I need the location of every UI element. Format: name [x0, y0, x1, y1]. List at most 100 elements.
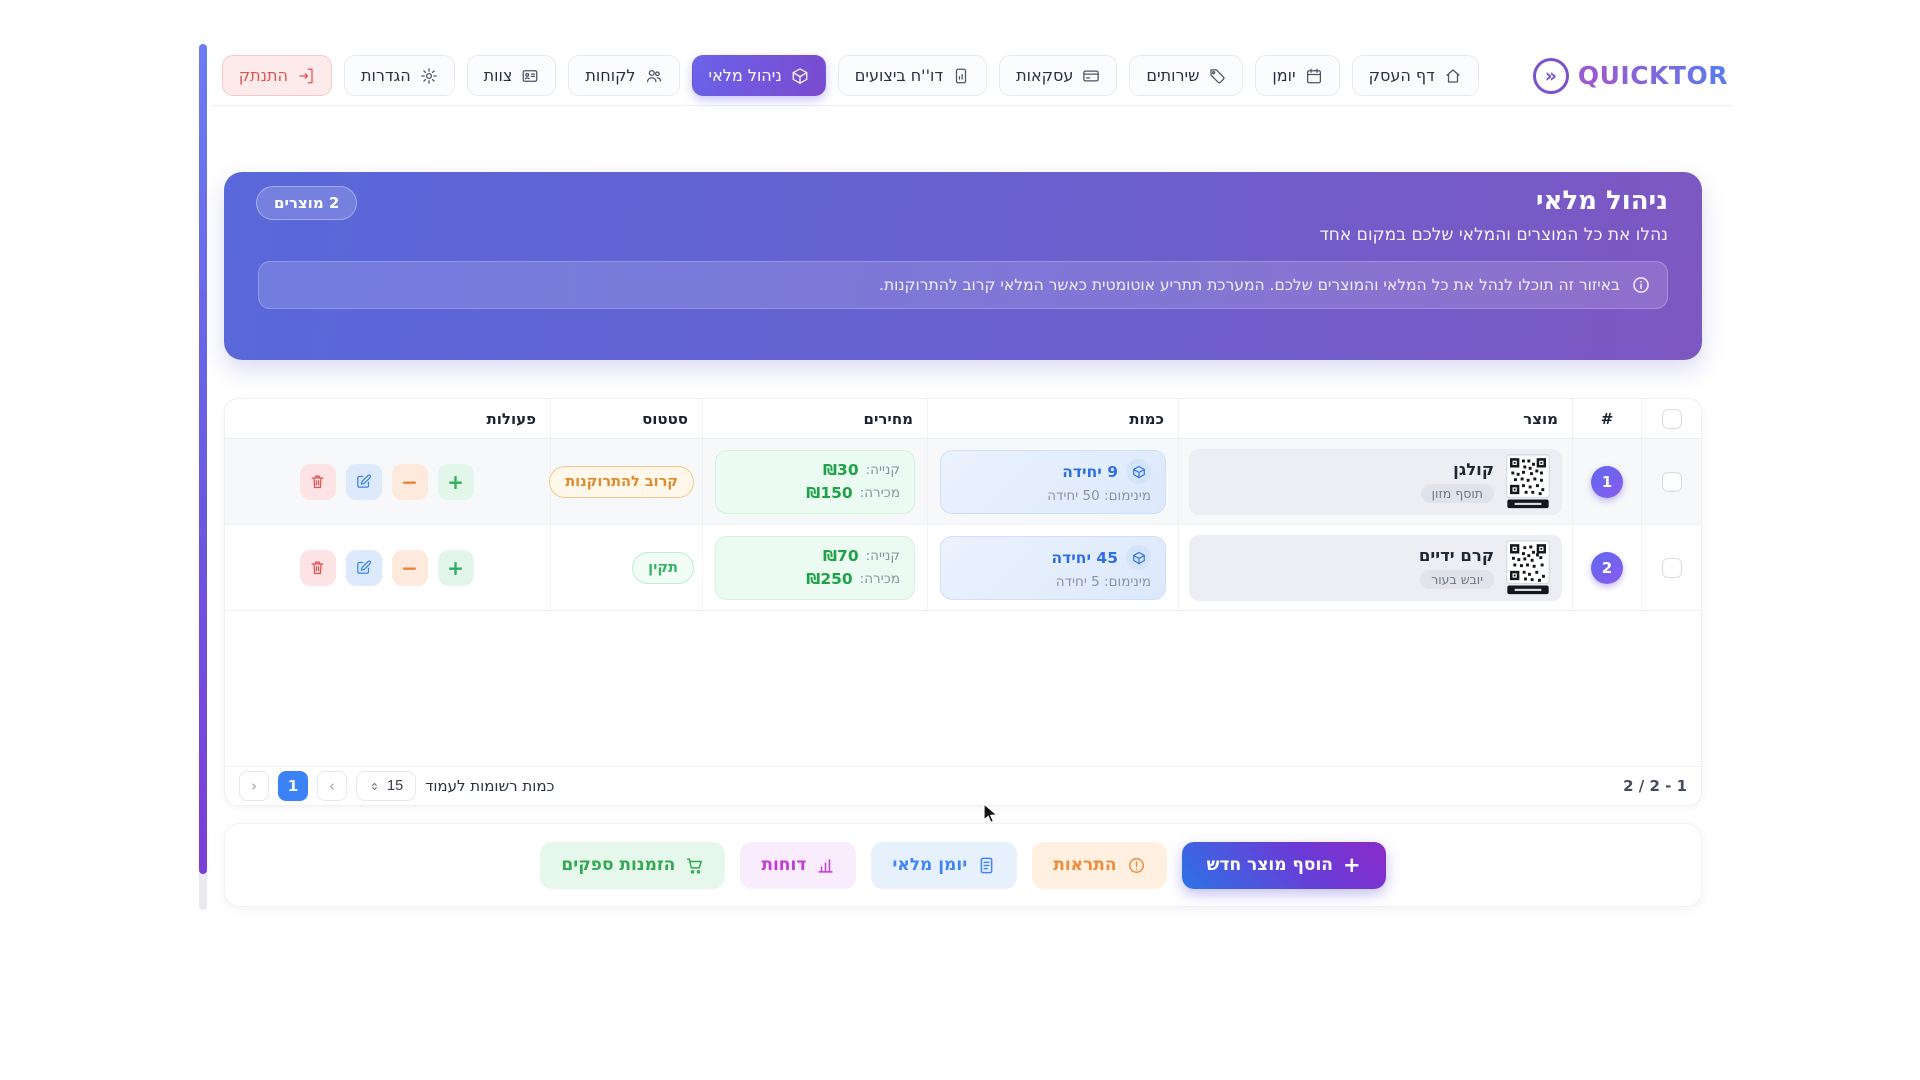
- button-label: הזמנות ספקים: [561, 855, 675, 875]
- cart-icon: [685, 856, 704, 875]
- tab-clients[interactable]: לקוחות: [568, 55, 679, 96]
- edit-product-button[interactable]: [346, 464, 382, 500]
- add-product-button[interactable]: + הוסף מוצר חדש: [1182, 842, 1386, 889]
- plus-icon: +: [1343, 855, 1361, 876]
- edit-product-button[interactable]: [346, 550, 382, 586]
- pencil-icon: [355, 559, 372, 576]
- decrease-quantity-button[interactable]: −: [392, 464, 428, 500]
- pagination-bar: 1 - 2 / 2 כמות רשומות לעמוד 15 › 1 ‹: [225, 766, 1701, 805]
- scrollbar-thumb[interactable]: [199, 44, 207, 874]
- tab-calendar[interactable]: יומן: [1255, 55, 1339, 96]
- reports-button[interactable]: דוחות: [740, 842, 856, 889]
- increase-quantity-button[interactable]: +: [438, 464, 474, 500]
- buy-price-label: קנייה:: [866, 462, 900, 478]
- product-category-badge: תוסף מזון: [1421, 484, 1494, 503]
- brand-logo[interactable]: » QUICKTOR: [1533, 58, 1728, 94]
- prev-page-button[interactable]: ‹: [239, 771, 269, 801]
- inventory-header-card: 2 מוצרים ניהול מלאי נהלו את כל המוצרים ו…: [224, 172, 1702, 360]
- brand-icon: »: [1533, 58, 1569, 94]
- current-page-button[interactable]: 1: [278, 771, 308, 801]
- gear-icon: [420, 67, 438, 85]
- quantity-minimum: מינימום: 5 יחידה: [955, 574, 1151, 590]
- tab-performance-report[interactable]: דו''ח ביצועים: [838, 55, 987, 96]
- product-name: קרם ידיים: [1419, 546, 1494, 565]
- page-size-select[interactable]: 15: [356, 771, 416, 801]
- button-label: הוסף מוצר חדש: [1207, 855, 1333, 875]
- bar-chart-icon: [816, 856, 835, 875]
- tab-inventory[interactable]: ניהול מלאי: [692, 55, 826, 96]
- package-icon: [1126, 545, 1151, 570]
- qr-code-icon: [1506, 540, 1550, 595]
- row-checkbox[interactable]: [1662, 558, 1682, 578]
- tab-transactions[interactable]: עסקאות: [999, 55, 1117, 96]
- column-header-quantity: כמות: [927, 399, 1178, 438]
- button-label: התראות: [1053, 855, 1116, 875]
- info-banner-text: באיזור זה תוכלו לנהל את כל המלאי והמוצרי…: [879, 276, 1620, 294]
- tab-settings[interactable]: הגדרות: [344, 55, 455, 96]
- inventory-journal-button[interactable]: יומן מלאי: [871, 842, 1017, 889]
- tab-label: צוות: [484, 66, 513, 85]
- page-subtitle: נהלו את כל המוצרים והמלאי שלכם במקום אחד: [258, 225, 1668, 245]
- info-banner: באיזור זה תוכלו לנהל את כל המלאי והמוצרי…: [258, 261, 1668, 309]
- delete-product-button[interactable]: [300, 550, 336, 586]
- alert-circle-icon: [1127, 856, 1146, 875]
- status-badge: תקין: [632, 552, 694, 584]
- buy-price-label: קנייה:: [866, 548, 900, 564]
- brand-name: QUICKTOR: [1578, 61, 1728, 90]
- app-root: » QUICKTOR דף העסק יומן שירותים עסקאות ד…: [0, 0, 1920, 1080]
- prices-card: קנייה:₪30 מכירה:₪150: [715, 450, 915, 514]
- table-row: 1: [225, 439, 1701, 525]
- sell-price-value: ₪250: [806, 570, 852, 588]
- page-size-value: 15: [387, 778, 403, 794]
- buy-price-value: ₪70: [823, 547, 859, 565]
- trash-icon: [309, 559, 326, 576]
- records-range: 1 - 2 / 2: [1623, 777, 1687, 795]
- top-navigation: » QUICKTOR דף העסק יומן שירותים עסקאות ד…: [212, 46, 1732, 106]
- page-title: ניהול מלאי: [258, 186, 1668, 216]
- tab-team[interactable]: צוות: [467, 55, 557, 96]
- next-page-button[interactable]: ›: [317, 771, 347, 801]
- row-number-badge: 2: [1591, 552, 1623, 584]
- quantity-minimum: מינימום: 50 יחידה: [955, 488, 1151, 504]
- supplier-orders-button[interactable]: הזמנות ספקים: [540, 842, 725, 889]
- calendar-icon: [1305, 67, 1323, 85]
- tab-services[interactable]: שירותים: [1129, 55, 1243, 96]
- tab-label: יומן: [1272, 66, 1295, 85]
- button-label: יומן מלאי: [892, 855, 967, 875]
- tab-label: הגדרות: [361, 66, 411, 85]
- products-count-badge: 2 מוצרים: [256, 186, 357, 220]
- decrease-quantity-button[interactable]: −: [392, 550, 428, 586]
- column-header-index: #: [1572, 399, 1641, 438]
- report-icon: [952, 67, 970, 85]
- tab-label: דו''ח ביצועים: [855, 66, 943, 85]
- delete-product-button[interactable]: [300, 464, 336, 500]
- qr-code-icon: [1506, 454, 1550, 509]
- column-header-actions: פעולות: [224, 399, 550, 438]
- sell-price-value: ₪150: [806, 484, 852, 502]
- quick-actions-bar: + הוסף מוצר חדש התראות יומן מלאי דוחות ה…: [224, 823, 1702, 907]
- package-icon: [1126, 459, 1151, 484]
- tab-label: דף העסק: [1369, 66, 1435, 85]
- up-down-icon: [369, 781, 380, 792]
- increase-quantity-button[interactable]: +: [438, 550, 474, 586]
- column-header-status: סטטוס: [550, 399, 702, 438]
- tag-icon: [1208, 67, 1226, 85]
- sell-price-label: מכירה:: [860, 485, 900, 501]
- tab-business-page[interactable]: דף העסק: [1352, 55, 1479, 96]
- product-category-badge: יובש בעור: [1420, 570, 1494, 589]
- table-header-row: # מוצר כמות מחירים סטטוס פעולות: [225, 399, 1701, 439]
- alerts-button[interactable]: התראות: [1032, 842, 1166, 889]
- product-card: קרם ידיים יובש בעור: [1189, 535, 1562, 601]
- pencil-icon: [355, 473, 372, 490]
- logout-icon: [297, 67, 315, 85]
- logout-button[interactable]: התנתק: [222, 55, 332, 96]
- prices-card: קנייה: ₪70 מכירה: ₪250: [715, 536, 915, 600]
- sell-price-label: מכירה:: [860, 571, 900, 587]
- logout-label: התנתק: [239, 66, 288, 85]
- row-number-badge: 1: [1591, 466, 1623, 498]
- info-icon: [1631, 275, 1651, 295]
- trash-icon: [309, 473, 326, 490]
- page-scrollbar[interactable]: [199, 44, 207, 910]
- select-all-checkbox[interactable]: [1662, 409, 1682, 429]
- row-checkbox[interactable]: [1662, 472, 1682, 492]
